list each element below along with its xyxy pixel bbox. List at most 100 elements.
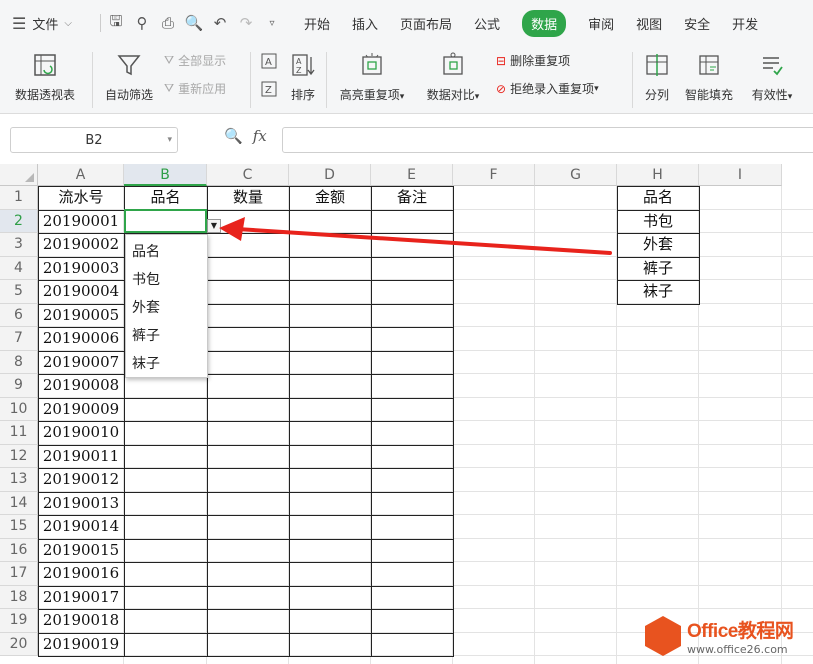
print-icon[interactable]: ⎙ [155, 14, 181, 32]
formula-input[interactable] [282, 127, 813, 153]
sort-button[interactable]: AZ 排序 [286, 52, 320, 103]
show-all-button[interactable]: ⛛ 全部显示 [164, 52, 226, 69]
dropdown-option[interactable]: 袜子 [126, 351, 207, 379]
row-header-15[interactable]: 15 [0, 515, 38, 539]
customize-toolbar-icon[interactable]: ▿ [259, 18, 285, 29]
source-list-item[interactable]: 外套 [617, 233, 699, 257]
serial-cell[interactable]: 20190016 [38, 562, 124, 586]
dropdown-option[interactable]: 品名 [126, 239, 207, 267]
validity-button[interactable]: 有效性▾ [744, 52, 800, 103]
column-header-d[interactable]: D [289, 164, 371, 186]
tab-view[interactable]: 视图 [625, 0, 673, 46]
serial-cell[interactable]: 20190008 [38, 374, 124, 398]
source-list-header[interactable]: 品名 [617, 186, 699, 210]
print-preview-icon[interactable]: 🔍 [181, 14, 207, 32]
reject-duplicates-button[interactable]: ⊘ 拒绝录入重复项 ▾ [496, 80, 599, 97]
serial-cell[interactable]: 20190007 [38, 351, 124, 375]
file-menu[interactable]: ☰ 文件 ⌵ [0, 0, 98, 46]
pivot-table-button[interactable]: 数据透视表 [10, 52, 80, 103]
serial-cell[interactable]: 20190002 [38, 233, 124, 257]
serial-cell[interactable]: 20190004 [38, 280, 124, 304]
tab-insert[interactable]: 插入 [341, 0, 389, 46]
sheet-grid[interactable]: ABCDEFGHI 1 2 3 4 5 6 7 8 9 10 11 12 13 14 15 16 17 18 19 2… [0, 164, 813, 664]
row-header-11[interactable]: 11 [0, 421, 38, 445]
tab-page-layout[interactable]: 页面布局 [389, 0, 463, 46]
dropdown-option[interactable]: 外套 [126, 295, 207, 323]
row-header-18[interactable]: 18 [0, 585, 38, 609]
tab-data[interactable]: 数据 [511, 0, 577, 46]
reapply-button[interactable]: ⛛ 重新应用 [164, 80, 226, 97]
serial-cell[interactable]: 20190015 [38, 539, 124, 563]
source-list-item[interactable]: 书包 [617, 210, 699, 234]
column-header-f[interactable]: F [453, 164, 535, 186]
smart-fill-button[interactable]: 智能填充 [680, 52, 738, 103]
fx-icon[interactable]: fx [253, 127, 267, 145]
column-header-h[interactable]: H [617, 164, 699, 186]
header-cell-remark[interactable]: 备注 [371, 186, 453, 210]
row-header-20[interactable]: 20 [0, 632, 38, 656]
row-header-1[interactable]: 1 [0, 186, 38, 210]
autofilter-button[interactable]: 自动筛选 [100, 52, 158, 103]
serial-cell[interactable]: 20190005 [38, 304, 124, 328]
tab-formulas[interactable]: 公式 [463, 0, 511, 46]
name-box[interactable]: B2 ▾ [10, 127, 178, 153]
serial-cell[interactable]: 20190009 [38, 398, 124, 422]
column-header-b[interactable]: B [124, 164, 207, 186]
row-header-5[interactable]: 5 [0, 280, 38, 304]
serial-cell[interactable]: 20190013 [38, 492, 124, 516]
redo-icon[interactable]: ↷ [233, 14, 259, 32]
serial-cell[interactable]: 20190003 [38, 257, 124, 281]
row-header-13[interactable]: 13 [0, 468, 38, 492]
column-header-e[interactable]: E [371, 164, 453, 186]
serial-cell[interactable]: 20190018 [38, 609, 124, 633]
header-cell-serial[interactable]: 流水号 [38, 186, 124, 210]
sort-asc-icon[interactable]: A [260, 52, 278, 73]
row-header-9[interactable]: 9 [0, 374, 38, 398]
header-cell-amount[interactable]: 金额 [289, 186, 371, 210]
column-header-a[interactable]: A [38, 164, 124, 186]
header-cell-product[interactable]: 品名 [124, 186, 207, 210]
row-header-6[interactable]: 6 [0, 303, 38, 327]
tab-review[interactable]: 审阅 [577, 0, 625, 46]
header-cell-quantity[interactable]: 数量 [207, 186, 289, 210]
serial-cell[interactable]: 20190006 [38, 327, 124, 351]
serial-cell[interactable]: 20190001 [38, 210, 124, 234]
name-box-dropdown-icon[interactable]: ▾ [167, 135, 172, 145]
row-header-10[interactable]: 10 [0, 397, 38, 421]
serial-cell[interactable]: 20190010 [38, 421, 124, 445]
serial-cell[interactable]: 20190011 [38, 445, 124, 469]
column-header-c[interactable]: C [207, 164, 289, 186]
validation-dropdown-button[interactable]: ▼ [207, 219, 221, 233]
remove-duplicates-button[interactable]: ⊟ 删除重复项 [496, 52, 570, 69]
select-all-corner[interactable] [0, 164, 38, 186]
tab-security[interactable]: 安全 [673, 0, 721, 46]
dropdown-option[interactable]: 书包 [126, 267, 207, 295]
tab-home[interactable]: 开始 [293, 0, 341, 46]
row-header-17[interactable]: 17 [0, 562, 38, 586]
source-list-item[interactable]: 裤子 [617, 257, 699, 281]
serial-cell[interactable]: 20190014 [38, 515, 124, 539]
row-header-3[interactable]: 3 [0, 233, 38, 257]
row-header-2[interactable]: 2 [0, 209, 38, 233]
serial-cell[interactable]: 20190019 [38, 633, 124, 657]
save-icon[interactable]: 🖫 [103, 11, 129, 36]
row-header-16[interactable]: 16 [0, 538, 38, 562]
column-header-g[interactable]: G [535, 164, 617, 186]
split-column-button[interactable]: 分列 [640, 52, 674, 103]
row-header-8[interactable]: 8 [0, 350, 38, 374]
highlight-duplicates-button[interactable]: 高亮重复项▾ [334, 52, 410, 103]
dropdown-option[interactable]: 裤子 [126, 323, 207, 351]
row-header-14[interactable]: 14 [0, 491, 38, 515]
row-header-4[interactable]: 4 [0, 256, 38, 280]
serial-cell[interactable]: 20190012 [38, 468, 124, 492]
column-header-i[interactable]: I [699, 164, 782, 186]
sort-desc-icon[interactable]: Z [260, 80, 278, 101]
zoom-formula-icon[interactable]: 🔍 [224, 127, 243, 145]
serial-cell[interactable]: 20190017 [38, 586, 124, 610]
tab-developer[interactable]: 开发 [721, 0, 769, 46]
format-painter-icon[interactable]: ⚲ [129, 14, 155, 32]
source-list-item[interactable]: 袜子 [617, 280, 699, 304]
row-header-7[interactable]: 7 [0, 327, 38, 351]
active-cell-b2[interactable] [124, 209, 207, 233]
undo-icon[interactable]: ↶ [207, 14, 233, 32]
